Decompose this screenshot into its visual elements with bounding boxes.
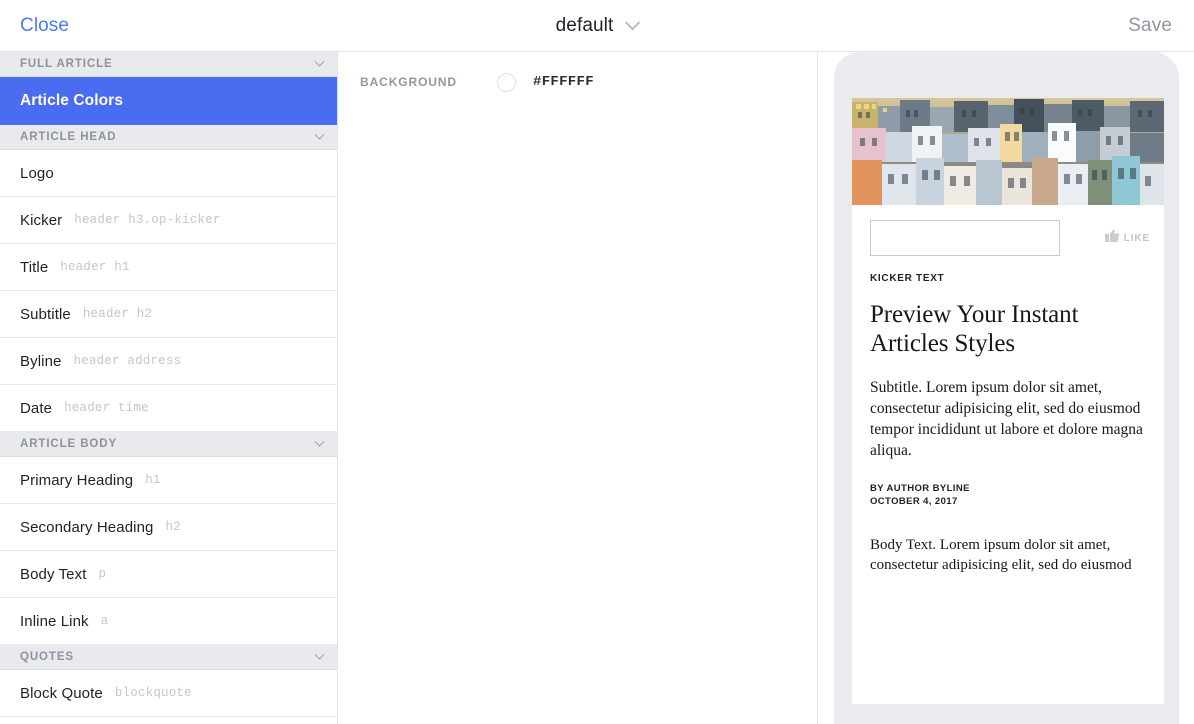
sidebar-item-article-colors[interactable]: Article Colors [0,77,337,125]
sidebar-group-header[interactable]: ARTICLE BODY [0,432,337,457]
sidebar-item-label: Article Colors [20,92,123,110]
like-label: LIKE [1124,232,1150,244]
sidebar-group-label: QUOTES [20,651,316,663]
sidebar-item-label: Title [20,259,48,276]
article-content: KICKER TEXT Preview Your Instant Article… [852,273,1164,576]
sidebar-item-date[interactable]: Date header time [0,385,337,432]
style-selector: default [0,15,1194,37]
sidebar-item-label: Logo [20,165,54,182]
sidebar-item-block-quote[interactable]: Block Quote blockquote [0,670,337,717]
sidebar-item-inline-link[interactable]: Inline Link a [0,598,337,645]
property-editor-panel: BACKGROUND #FFFFFF [339,52,818,724]
chevron-down-icon[interactable] [315,649,325,659]
sidebar-item-label: Byline [20,353,61,370]
logo-and-like-strip: LIKE [852,205,1164,271]
sidebar-item-label: Subtitle [20,306,71,323]
chevron-down-icon[interactable] [315,436,325,446]
sidebar-item-selector: a [101,614,109,628]
sidebar-item-selector: p [99,567,107,581]
thumbs-up-icon [1105,229,1120,248]
logo-placeholder-box[interactable] [870,220,1060,256]
sidebar-item-selector: header h2 [83,307,152,321]
sidebar-item-selector: header h1 [60,260,129,274]
sidebar-item-label: Block Quote [20,685,103,702]
article-preview-panel: LIKE KICKER TEXT Preview Your Instant Ar… [819,52,1194,724]
article-preview-card: LIKE KICKER TEXT Preview Your Instant Ar… [852,98,1164,704]
article-subtitle: Subtitle. Lorem ipsum dolor sit amet, co… [870,377,1146,462]
like-button[interactable]: LIKE [1105,229,1150,248]
sidebar-item-secondary-heading[interactable]: Secondary Heading h2 [0,504,337,551]
background-property-row: BACKGROUND #FFFFFF [339,52,817,112]
chevron-down-icon[interactable] [625,15,641,31]
sidebar-group-label: FULL ARTICLE [20,58,316,70]
sidebar-group-label: ARTICLE HEAD [20,131,316,143]
sidebar-item-logo[interactable]: Logo [0,150,337,197]
sidebar-group-header[interactable]: FULL ARTICLE [0,52,337,77]
sidebar-item-subtitle[interactable]: Subtitle header h2 [0,291,337,338]
sidebar-item-label: Kicker [20,212,62,229]
background-label: BACKGROUND [360,75,497,89]
sidebar-item-label: Date [20,400,52,417]
background-color-swatch[interactable] [497,73,516,92]
article-date: OCTOBER 4, 2017 [870,496,1146,509]
style-element-sidebar[interactable]: FULL ARTICLE Article Colors ARTICLE HEAD Lo… [0,52,338,724]
sidebar-group-label: ARTICLE BODY [20,438,316,450]
sidebar-group-header[interactable]: QUOTES [0,645,337,670]
hero-image [852,98,1164,205]
chevron-down-icon[interactable] [315,56,325,66]
sidebar-item-kicker[interactable]: Kicker header h3.op-kicker [0,197,337,244]
article-title: Preview Your Instant Articles Styles [870,300,1146,359]
top-toolbar: Close default Save [0,0,1194,52]
sidebar-item-byline[interactable]: Byline header address [0,338,337,385]
sidebar-item-title[interactable]: Title header h1 [0,244,337,291]
sidebar-item-label: Body Text [20,566,87,583]
style-name-label: default [556,15,614,37]
sidebar-item-label: Primary Heading [20,472,133,489]
sidebar-item-selector: header h3.op-kicker [74,213,220,227]
article-kicker: KICKER TEXT [870,273,1146,284]
sidebar-item-body-text[interactable]: Body Text p [0,551,337,598]
chevron-down-icon[interactable] [315,129,325,139]
sidebar-item-selector: h2 [165,520,180,534]
sidebar-item-selector: blockquote [115,686,192,700]
sidebar-item-selector: header time [64,401,149,415]
article-body-text: Body Text. Lorem ipsum dolor sit amet, c… [870,535,1146,576]
article-byline: BY AUTHOR BYLINE [870,483,1146,496]
sidebar-item-label: Inline Link [20,613,89,630]
sidebar-item-primary-heading[interactable]: Primary Heading h1 [0,457,337,504]
sidebar-item-label: Secondary Heading [20,519,153,536]
sidebar-item-selector: h1 [145,473,160,487]
close-button[interactable]: Close [20,15,69,37]
background-hex-input[interactable]: #FFFFFF [533,74,594,90]
sidebar-group-header[interactable]: ARTICLE HEAD [0,125,337,150]
save-button[interactable]: Save [1128,15,1172,37]
sidebar-item-selector: header address [73,354,181,368]
